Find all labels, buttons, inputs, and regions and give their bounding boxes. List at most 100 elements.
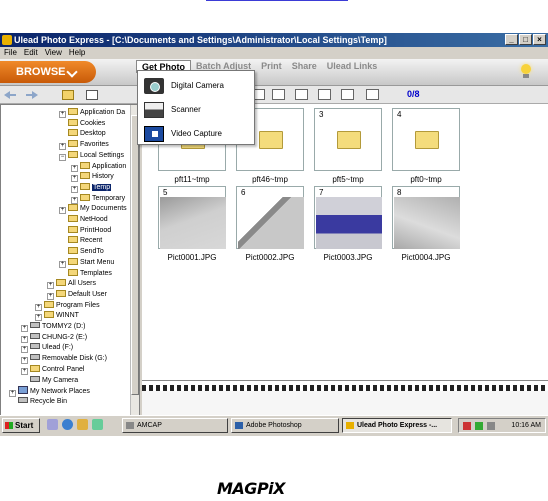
tree-item[interactable]: + Removable Disk (G:) bbox=[21, 354, 107, 365]
folder-icon bbox=[68, 236, 78, 244]
tree-item[interactable]: My Camera bbox=[21, 375, 78, 386]
up-folder-icon[interactable] bbox=[62, 90, 74, 100]
thumbnail-frame[interactable]: 4 bbox=[392, 108, 460, 171]
menu-file[interactable]: File bbox=[4, 47, 17, 59]
browser-icon[interactable] bbox=[62, 419, 73, 430]
expand-toggle-icon[interactable]: + bbox=[71, 175, 78, 183]
tree-item[interactable]: − Local Settings bbox=[59, 150, 124, 161]
tree-item[interactable]: SendTo bbox=[59, 247, 104, 257]
tree-item[interactable]: + Control Panel bbox=[21, 364, 85, 375]
tree-vertical-scrollbar[interactable] bbox=[130, 105, 139, 426]
browse-button[interactable]: BROWSE bbox=[0, 61, 96, 83]
expand-toggle-icon[interactable]: + bbox=[59, 260, 66, 268]
folder-tree[interactable]: + Application Da Cookies Desktop + Favorites −… bbox=[0, 104, 140, 427]
tab-print[interactable]: Print bbox=[256, 60, 287, 73]
tab-share[interactable]: Share bbox=[287, 60, 322, 73]
start-button[interactable]: Start bbox=[2, 418, 40, 433]
thumbnail-frame[interactable]: 8 bbox=[392, 186, 460, 249]
tree-item[interactable]: Recycle Bin bbox=[9, 396, 67, 407]
toolbar-icon-4[interactable] bbox=[318, 89, 331, 100]
tray-icon-1[interactable] bbox=[463, 422, 471, 430]
tray-area[interactable] bbox=[142, 391, 548, 417]
tree-item[interactable]: + Default User bbox=[47, 289, 107, 300]
expand-toggle-icon[interactable]: + bbox=[71, 185, 78, 193]
menu-help[interactable]: Help bbox=[69, 47, 85, 59]
thumbnail-frame[interactable]: 3 bbox=[314, 108, 382, 171]
forward-arrow-icon[interactable] bbox=[26, 90, 38, 100]
tree-item[interactable]: + Favorites bbox=[59, 140, 109, 151]
tree-item[interactable]: + Application bbox=[71, 161, 126, 172]
menu-item-scanner[interactable]: Scanner bbox=[138, 98, 256, 122]
task-ulead[interactable]: Ulead Photo Express -... bbox=[342, 418, 452, 433]
thumbnail-frame[interactable]: 5 bbox=[158, 186, 226, 249]
folder-icon bbox=[68, 215, 78, 222]
view-mode-icon[interactable] bbox=[86, 90, 98, 100]
quicklaunch-icon-3[interactable] bbox=[77, 419, 88, 430]
expand-toggle-icon[interactable]: + bbox=[59, 207, 66, 215]
tab-ulead-links[interactable]: Ulead Links bbox=[322, 60, 383, 73]
tree-item[interactable]: Cookies bbox=[59, 118, 105, 129]
maximize-button[interactable]: □ bbox=[519, 34, 532, 45]
expand-toggle-icon[interactable]: + bbox=[47, 292, 54, 300]
expand-toggle-icon[interactable]: + bbox=[59, 111, 66, 118]
tree-item[interactable]: + TOMMY2 (D:) bbox=[21, 322, 85, 332]
tree-item[interactable]: Desktop bbox=[59, 129, 106, 139]
thumbnail-frame[interactable]: 6 bbox=[236, 186, 304, 249]
tree-item[interactable]: + CHUNG-2 (E:) bbox=[21, 332, 87, 343]
expand-toggle-icon[interactable]: + bbox=[71, 196, 78, 204]
task-amcap[interactable]: AMCAP bbox=[122, 418, 228, 433]
tree-item-label: WINNT bbox=[56, 312, 79, 320]
menu-edit[interactable]: Edit bbox=[24, 47, 38, 59]
toolbar-icon-6[interactable] bbox=[366, 89, 379, 100]
expand-toggle-icon[interactable]: + bbox=[21, 367, 28, 375]
tree-item[interactable]: + WINNT bbox=[35, 311, 79, 322]
quicklaunch-icon-4[interactable] bbox=[92, 419, 103, 430]
menu-view[interactable]: View bbox=[45, 47, 62, 59]
expand-toggle-icon[interactable]: + bbox=[21, 357, 28, 365]
expand-toggle-icon[interactable]: + bbox=[71, 164, 78, 172]
lightbulb-icon[interactable] bbox=[520, 64, 532, 79]
drive-icon bbox=[30, 343, 40, 350]
tray-icon-2[interactable] bbox=[475, 422, 483, 430]
tree-item[interactable]: + My Documents bbox=[59, 204, 127, 215]
expand-toggle-icon[interactable]: + bbox=[35, 303, 42, 311]
expand-toggle-icon[interactable]: + bbox=[35, 314, 42, 322]
expand-toggle-icon[interactable]: + bbox=[59, 143, 66, 151]
desktop-icon[interactable] bbox=[47, 419, 58, 430]
tree-item-label: Control Panel bbox=[42, 365, 85, 373]
start-label: Start bbox=[15, 421, 34, 430]
tree-item[interactable]: Templates bbox=[59, 268, 112, 279]
sort-icon[interactable] bbox=[272, 89, 285, 100]
tree-item[interactable]: + Application Da bbox=[59, 108, 125, 118]
task-photoshop[interactable]: Adobe Photoshop bbox=[231, 418, 339, 433]
tree-item[interactable]: + History bbox=[71, 172, 114, 183]
camera-icon bbox=[144, 78, 164, 94]
toolbar-icon-5[interactable] bbox=[341, 89, 354, 100]
folder-icon bbox=[68, 247, 78, 255]
expand-toggle-icon[interactable]: + bbox=[47, 282, 54, 290]
tree-item[interactable]: + Ulead (F:) bbox=[21, 343, 73, 354]
tree-item[interactable]: Recent bbox=[59, 236, 102, 246]
tree-item[interactable]: + Start Menu bbox=[59, 257, 114, 268]
expand-toggle-icon[interactable]: − bbox=[59, 153, 66, 161]
tree-item[interactable]: + My Network Places bbox=[9, 386, 90, 398]
tree-item[interactable]: PrintHood bbox=[59, 225, 111, 236]
thumbnail-frame[interactable]: 7 bbox=[314, 186, 382, 249]
tree-item[interactable]: NetHood bbox=[59, 215, 108, 225]
tree-item[interactable]: + All Users bbox=[47, 279, 96, 290]
title-bar[interactable]: Ulead Photo Express - [C:\Documents and … bbox=[0, 33, 548, 47]
volume-icon[interactable] bbox=[487, 422, 495, 430]
toolbar-icon-3[interactable] bbox=[295, 89, 308, 100]
tree-item[interactable]: + Temporary bbox=[71, 193, 125, 204]
menu-item-digital-camera[interactable]: Digital Camera bbox=[138, 74, 256, 98]
minimize-button[interactable]: _ bbox=[505, 34, 518, 45]
expand-toggle-icon[interactable]: + bbox=[21, 346, 28, 354]
menu-item-video-capture[interactable]: Video Capture bbox=[138, 122, 256, 146]
expand-toggle-icon[interactable]: + bbox=[21, 325, 28, 332]
tree-item[interactable]: + Temp bbox=[71, 182, 112, 193]
tree-item[interactable]: + Program Files bbox=[35, 300, 100, 311]
close-button[interactable]: × bbox=[533, 34, 546, 45]
back-arrow-icon[interactable] bbox=[4, 90, 16, 100]
expand-toggle-icon[interactable]: + bbox=[21, 335, 28, 343]
video-capture-icon bbox=[144, 126, 164, 142]
